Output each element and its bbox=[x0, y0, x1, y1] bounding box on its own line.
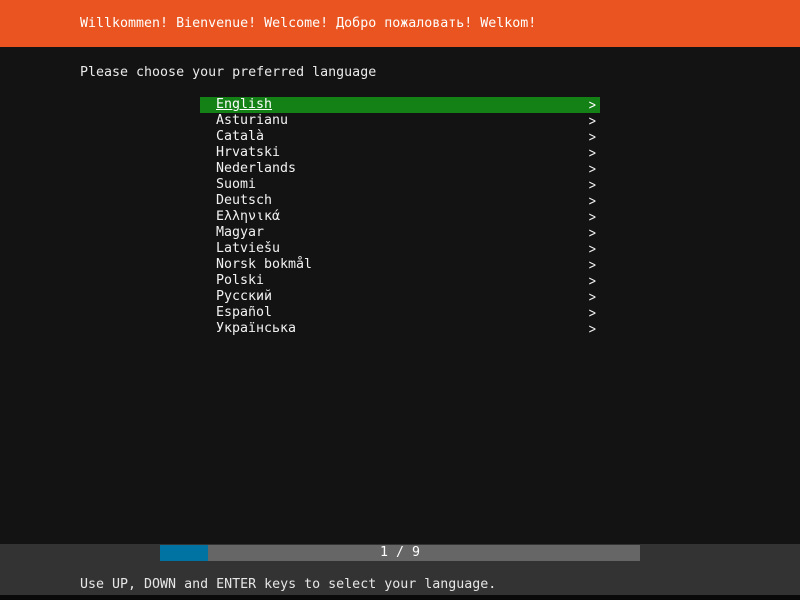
language-label: English bbox=[216, 97, 273, 112]
language-label: Hrvatski bbox=[216, 145, 281, 160]
language-option-nederlands[interactable]: Nederlands > bbox=[200, 161, 600, 177]
header-bar: Willkommen! Bienvenue! Welcome! Добро по… bbox=[0, 0, 800, 47]
language-label: Deutsch bbox=[216, 193, 273, 208]
footer-bar: 1 / 9 Use UP, DOWN and ENTER keys to sel… bbox=[0, 544, 800, 595]
language-option-magyar[interactable]: Magyar > bbox=[200, 225, 600, 241]
language-option-suomi[interactable]: Suomi > bbox=[200, 177, 600, 193]
language-option-russkiy[interactable]: Русский > bbox=[200, 289, 600, 305]
welcome-title: Willkommen! Bienvenue! Welcome! Добро по… bbox=[80, 15, 537, 31]
language-label: Polski bbox=[216, 273, 265, 288]
language-label: Norsk bokmål bbox=[216, 257, 313, 272]
language-option-polski[interactable]: Polski > bbox=[200, 273, 600, 289]
progress-step-indicator: 1 / 9 bbox=[379, 545, 421, 560]
language-option-espanol[interactable]: Español > bbox=[200, 305, 600, 321]
bottom-strip bbox=[0, 595, 800, 600]
language-option-latviesu[interactable]: Latviešu > bbox=[200, 241, 600, 257]
language-label: Español bbox=[216, 305, 273, 320]
language-option-ellinika[interactable]: Ελληνικά > bbox=[200, 209, 600, 225]
language-option-english[interactable]: English > bbox=[200, 97, 600, 113]
progress-bar: 1 / 9 bbox=[160, 545, 640, 561]
language-label: Русский bbox=[216, 289, 273, 304]
language-label: Ελληνικά bbox=[216, 209, 281, 224]
installer-screen: Willkommen! Bienvenue! Welcome! Добро по… bbox=[0, 0, 800, 600]
language-option-catala[interactable]: Català > bbox=[200, 129, 600, 145]
language-prompt: Please choose your preferred language bbox=[80, 65, 377, 80]
language-option-hrvatski[interactable]: Hrvatski > bbox=[200, 145, 600, 161]
language-label: Latviešu bbox=[216, 241, 281, 256]
chevron-right-icon: > bbox=[588, 320, 596, 338]
language-list: English > Asturianu > Català > Hrvatski … bbox=[200, 97, 600, 337]
language-label: Nederlands bbox=[216, 161, 297, 176]
keyboard-help-text: Use UP, DOWN and ENTER keys to select yo… bbox=[80, 577, 497, 592]
language-option-ukrainska[interactable]: Українська > bbox=[200, 321, 600, 337]
language-label: Українська bbox=[216, 321, 297, 336]
language-label: Magyar bbox=[216, 225, 265, 240]
language-label: Català bbox=[216, 129, 265, 144]
language-option-deutsch[interactable]: Deutsch > bbox=[200, 193, 600, 209]
language-option-norsk-bokmal[interactable]: Norsk bokmål > bbox=[200, 257, 600, 273]
language-label: Asturianu bbox=[216, 113, 289, 128]
language-label: Suomi bbox=[216, 177, 257, 192]
language-option-asturianu[interactable]: Asturianu > bbox=[200, 113, 600, 129]
